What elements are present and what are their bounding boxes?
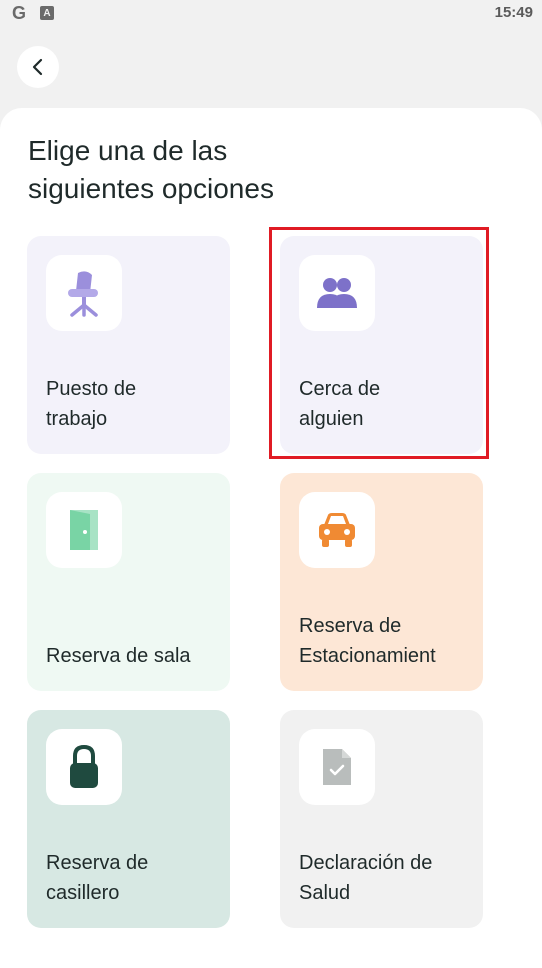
lock-icon [70, 744, 98, 788]
option-card-workstation[interactable]: Puesto de trabajo [27, 236, 230, 454]
option-card-near-someone[interactable]: Cerca de alguien [280, 236, 483, 454]
google-icon: G [12, 3, 27, 23]
option-label-line-1: Reserva de [46, 852, 149, 874]
option-card-locker-booking[interactable]: Reserva de casillero [27, 710, 230, 928]
accessibility-notification-icon: A [40, 6, 54, 20]
option-label-line-1: Cerca de [299, 378, 381, 400]
option-label-line-1: Reserva de [299, 615, 402, 637]
people-icon [317, 278, 357, 308]
option-label: Reserva de casillero [46, 848, 221, 908]
option-label-line-1: Declaración de [299, 852, 433, 874]
option-label-line-2: Reserva de sala [46, 645, 191, 667]
option-icon-box [46, 255, 122, 331]
page-title-line-1: Elige una de las [28, 135, 228, 166]
page-title: Elige una de las siguientes opciones [28, 132, 428, 208]
office-chair-icon [68, 271, 98, 317]
status-bar: G A 15:49 [0, 0, 542, 28]
option-label-line-2: trabajo [46, 408, 108, 430]
option-label: Reserva de Estacionamient [299, 611, 474, 671]
option-card-parking-booking[interactable]: Reserva de Estacionamient [280, 473, 483, 691]
option-icon-box [299, 492, 375, 568]
option-label: Cerca de alguien [299, 374, 474, 434]
option-card-room-booking[interactable]: Reserva de sala [27, 473, 230, 691]
door-icon [70, 510, 98, 550]
option-icon-box [46, 492, 122, 568]
chevron-left-icon [32, 58, 43, 76]
option-label-line-2: casillero [46, 882, 120, 904]
option-icon-box [46, 729, 122, 805]
option-label-line-1: Puesto de [46, 378, 137, 400]
car-icon [319, 513, 355, 547]
option-label: Puesto de trabajo [46, 374, 221, 434]
option-label: Declaración de Salud [299, 848, 474, 908]
status-time: 15:49 [494, 4, 533, 21]
option-icon-box [299, 729, 375, 805]
document-check-icon [323, 749, 351, 785]
back-button[interactable] [17, 46, 59, 88]
option-label-line-2: Salud [299, 882, 351, 904]
option-label-line-2: alguien [299, 408, 364, 430]
option-card-health-declaration[interactable]: Declaración de Salud [280, 710, 483, 928]
option-label: Reserva de sala [46, 641, 221, 671]
option-label-line-2: Estacionamient [299, 645, 436, 667]
option-icon-box [299, 255, 375, 331]
page-title-line-2: siguientes opciones [28, 173, 274, 204]
